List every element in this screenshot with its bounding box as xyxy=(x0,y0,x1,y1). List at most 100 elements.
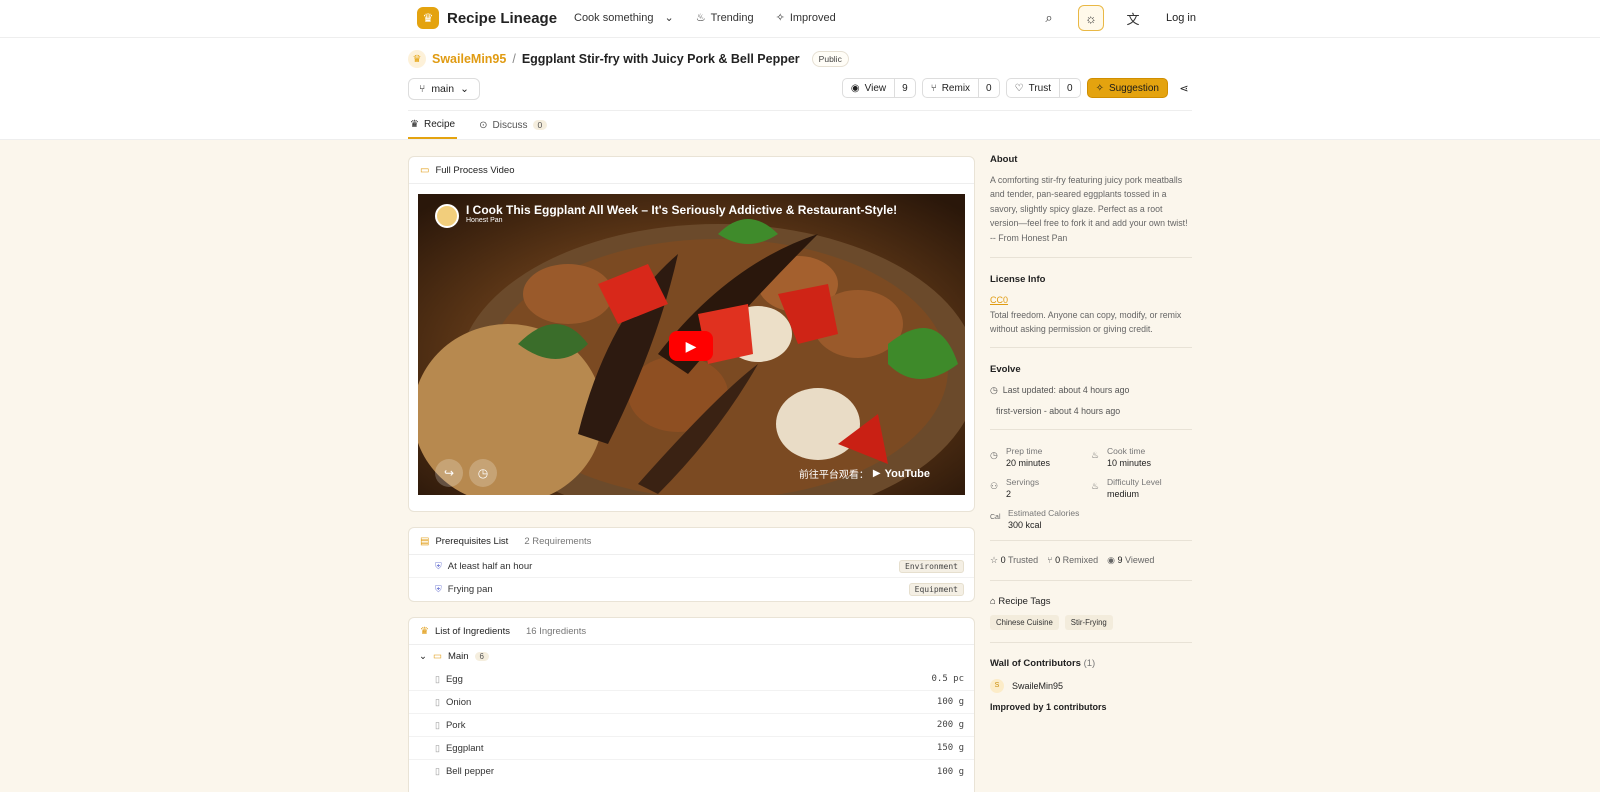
video-card-header: ▭ Full Process Video xyxy=(409,157,974,184)
divider xyxy=(990,539,1192,541)
sparkle-icon: ✧ xyxy=(775,12,785,24)
chevron-down-icon: ⌄ xyxy=(460,83,469,95)
flame-icon: ♨ xyxy=(695,12,706,24)
ingredient-qty: 100 g xyxy=(936,697,964,707)
ingredient-group-toggle[interactable]: ⌄ ▭ Main 6 xyxy=(409,645,974,668)
sun-icon[interactable]: ☼ xyxy=(1078,5,1105,31)
share-icon[interactable]: ⋖ xyxy=(1174,78,1194,98)
tag-chip[interactable]: Chinese Cuisine xyxy=(990,614,1059,630)
contributors-count: (1) xyxy=(1083,657,1096,669)
calories-stat: Cal Estimated Calories 300 kcal xyxy=(990,508,1091,530)
ingredient-name: Egg xyxy=(445,673,463,685)
tab-recipe[interactable]: ♛ Recipe xyxy=(408,111,458,139)
ingredient-name: Pork xyxy=(445,719,466,731)
contributors-header: Wall of Contributors (1) xyxy=(990,658,1192,669)
video-icon: ▭ xyxy=(420,164,430,176)
license-text: Total freedom. Anyone can copy, modify, … xyxy=(990,310,1182,335)
recipe-header: ♛ SwaileMin95 / Eggplant Stir-fry with J… xyxy=(0,38,1600,140)
suggestion-label: Suggestion xyxy=(1108,82,1159,94)
ingredient-qty: 150 g xyxy=(936,743,964,753)
fork-icon: ⑂ xyxy=(930,82,937,94)
divider xyxy=(990,579,1192,581)
ingredient-row: ▯ Pork 200 g xyxy=(409,714,974,737)
chef-hat-icon: ♛ xyxy=(420,625,429,637)
clock-icon[interactable]: ◷ xyxy=(469,459,497,487)
tab-discuss-label: Discuss xyxy=(492,119,528,131)
eye-icon: ◉ xyxy=(850,82,860,94)
app-name: Recipe Lineage xyxy=(447,9,558,27)
ingredient-row: ▯ Eggplant 150 g xyxy=(409,737,974,760)
ingredient-name: Bell pepper xyxy=(445,766,495,777)
video-player[interactable]: I Cook This Eggplant All Week – It's Ser… xyxy=(418,194,965,495)
trust-count: 0 xyxy=(1067,82,1073,94)
cook-time-value: 10 minutes xyxy=(1107,457,1152,468)
video-channel[interactable]: Honest Pan xyxy=(466,217,503,224)
channel-avatar xyxy=(435,204,459,228)
file-icon: ▯ xyxy=(435,696,440,707)
servings-label: Servings xyxy=(1006,476,1040,487)
prerequisite-row: ⛨ Frying pan Equipment xyxy=(409,578,974,601)
view-button[interactable]: ◉ View 9 xyxy=(841,78,916,98)
video-title[interactable]: I Cook This Eggplant All Week – It's Ser… xyxy=(466,203,897,217)
license-link[interactable]: CC0 xyxy=(990,295,1192,305)
file-icon: ▯ xyxy=(435,742,440,753)
trusted-label: Trusted xyxy=(1007,554,1039,565)
folder-icon: ▭ xyxy=(432,651,442,662)
tag-icon: ⌂ xyxy=(990,595,996,607)
prerequisites-card: ▤ Prerequisites List 2 Requirements ⛨ At… xyxy=(408,527,975,602)
suggestion-button[interactable]: ✧ Suggestion xyxy=(1086,78,1168,98)
contributor-item[interactable]: S SwaileMin95 xyxy=(990,678,1192,693)
ingredient-row: ▯ Egg 0.5 pc xyxy=(409,668,974,691)
tab-recipe-label: Recipe xyxy=(423,118,456,130)
chef-hat-icon: ♛ xyxy=(410,118,419,130)
play-icon[interactable]: ▶ xyxy=(669,331,713,361)
difficulty-stat: ♨ Difficulty Level medium xyxy=(1091,477,1192,499)
ingredient-row: ▯ Bell pepper 100 g xyxy=(409,760,974,783)
license-title: License Info xyxy=(990,274,1046,286)
improved-link[interactable]: ✧ Improved xyxy=(775,11,836,25)
view-label: View xyxy=(864,82,887,94)
ingredient-qty: 200 g xyxy=(936,720,964,730)
divider xyxy=(990,257,1192,259)
remixed-count: ⑂ 0 Remixed xyxy=(1047,555,1098,566)
remix-button[interactable]: ⑂ Remix 0 xyxy=(921,78,1000,98)
viewed-number: 9 xyxy=(1117,554,1123,565)
servings-stat: ⚇ Servings 2 xyxy=(990,477,1091,499)
trust-label: Trust xyxy=(1028,82,1051,94)
prep-time-stat: ◷ Prep time 20 minutes xyxy=(990,446,1091,468)
prep-time-label: Prep time xyxy=(1006,445,1043,456)
trending-link[interactable]: ♨ Trending xyxy=(695,11,754,25)
login-link[interactable]: Log in xyxy=(1166,12,1196,24)
trust-button[interactable]: ♡ Trust 0 xyxy=(1005,78,1081,98)
discuss-count-badge: 0 xyxy=(532,120,548,130)
calories-value: 300 kcal xyxy=(1008,519,1042,530)
viewed-count: ◉ 9 Viewed xyxy=(1107,555,1154,566)
remix-count: 0 xyxy=(986,82,992,94)
tag-chip[interactable]: Stir-Frying xyxy=(1064,614,1113,630)
contributors-section: Wall of Contributors (1) S SwaileMin95 I… xyxy=(990,658,1192,712)
branch-icon: ⑂ xyxy=(419,83,426,95)
top-navbar: ♛ Recipe Lineage Cook something ⌄ ♨ Trendi… xyxy=(0,0,1600,38)
about-section: About A comforting stir-fry featuring ju… xyxy=(990,154,1192,245)
tab-discuss[interactable]: ⊙ Discuss 0 xyxy=(477,111,549,139)
recipe-sidebar: About A comforting stir-fry featuring ju… xyxy=(990,154,1192,712)
flame-icon: ♨ xyxy=(1091,480,1100,491)
cook-something-menu[interactable]: Cook something ⌄ xyxy=(574,11,674,25)
version-link[interactable]: first-version - about 4 hours ago xyxy=(990,406,1192,416)
tab-bar: ♛ Recipe ⊙ Discuss 0 xyxy=(408,110,1192,139)
ingredients-header: ♛ List of Ingredients 16 Ingredients xyxy=(409,618,974,645)
branch-selector[interactable]: ⑂ main ⌄ xyxy=(408,78,480,100)
watch-on-youtube[interactable]: 前往平台观看： ▶ YouTube xyxy=(799,466,930,482)
file-icon: ▯ xyxy=(435,673,440,684)
servings-value: 2 xyxy=(1006,488,1012,499)
shield-check-icon: ⛨ xyxy=(435,560,442,571)
share-icon[interactable]: ↪ xyxy=(435,459,463,487)
app-logo[interactable]: ♛ Recipe Lineage xyxy=(417,7,557,29)
last-updated: ◷ Last updated: about 4 hours ago xyxy=(990,385,1192,396)
clock-icon: ◷ xyxy=(990,384,998,395)
translate-icon[interactable]: 文 xyxy=(1120,5,1146,31)
owner-avatar: ♛ xyxy=(408,50,426,68)
ingredients-count: 16 Ingredients xyxy=(525,625,587,637)
owner-link[interactable]: SwaileMin95 xyxy=(432,52,506,66)
search-icon[interactable]: ⌕ xyxy=(1036,5,1062,31)
